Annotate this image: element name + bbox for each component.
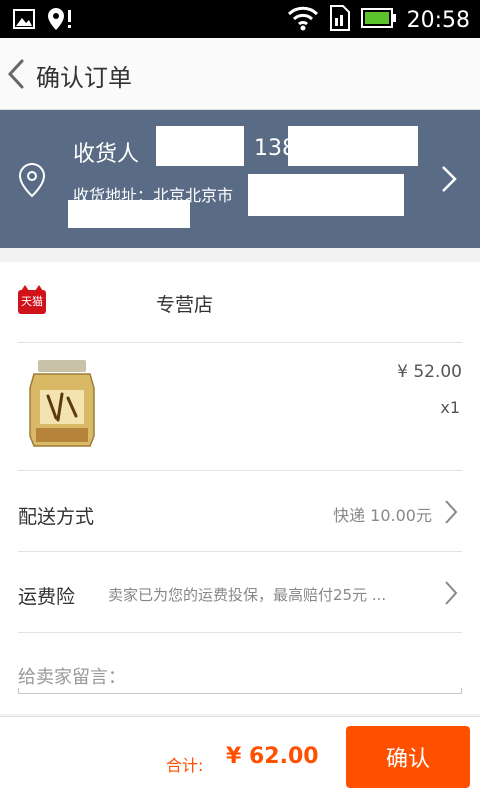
product-quantity: x1 bbox=[440, 398, 460, 417]
product-price: ¥ 52.00 bbox=[397, 362, 462, 382]
order-panel bbox=[0, 262, 480, 714]
chevron-right-icon[interactable] bbox=[444, 580, 458, 606]
message-to-seller-input[interactable]: 给卖家留言： bbox=[18, 663, 126, 689]
redacted-address-line-2 bbox=[68, 200, 190, 228]
shipping-insurance-value[interactable]: 卖家已为您的运费投保，最高赔付25元 ... bbox=[108, 584, 386, 605]
chevron-right-icon[interactable] bbox=[444, 499, 458, 525]
redacted-address-line bbox=[248, 174, 404, 216]
location-pin-icon bbox=[16, 162, 48, 198]
total-amount: ¥ 62.00 bbox=[226, 744, 319, 769]
image-notification-icon bbox=[12, 7, 36, 35]
redacted-receiver-name bbox=[156, 126, 244, 166]
status-bar: 20:58 bbox=[0, 0, 480, 38]
confirm-button[interactable]: 确认 bbox=[346, 726, 470, 788]
battery-icon bbox=[360, 7, 397, 33]
wifi-icon bbox=[287, 4, 319, 36]
back-arrow-icon[interactable] bbox=[6, 58, 28, 90]
divider bbox=[18, 632, 462, 633]
product-image[interactable] bbox=[28, 358, 96, 450]
title-bar: 确认订单 bbox=[0, 38, 480, 110]
message-input-underline bbox=[18, 688, 462, 694]
clock-time: 20:58 bbox=[406, 7, 470, 33]
redacted-phone-number bbox=[288, 126, 418, 166]
page-title: 确认订单 bbox=[36, 64, 132, 92]
sim-card-icon bbox=[329, 4, 351, 36]
chevron-right-icon[interactable] bbox=[440, 164, 458, 194]
receiver-label: 收货人 bbox=[73, 142, 140, 167]
location-alert-icon bbox=[46, 6, 74, 36]
total-label: 合计: bbox=[166, 756, 204, 775]
delivery-method-value[interactable]: 快递 10.00元 bbox=[333, 502, 432, 526]
divider bbox=[18, 342, 462, 343]
divider bbox=[18, 470, 462, 471]
tmall-logo-icon: 天猫 bbox=[18, 285, 46, 314]
divider bbox=[18, 551, 462, 552]
shipping-insurance-label: 运费险 bbox=[18, 586, 76, 608]
shop-name[interactable]: 专营店 bbox=[156, 290, 213, 317]
delivery-method-label: 配送方式 bbox=[18, 506, 95, 528]
